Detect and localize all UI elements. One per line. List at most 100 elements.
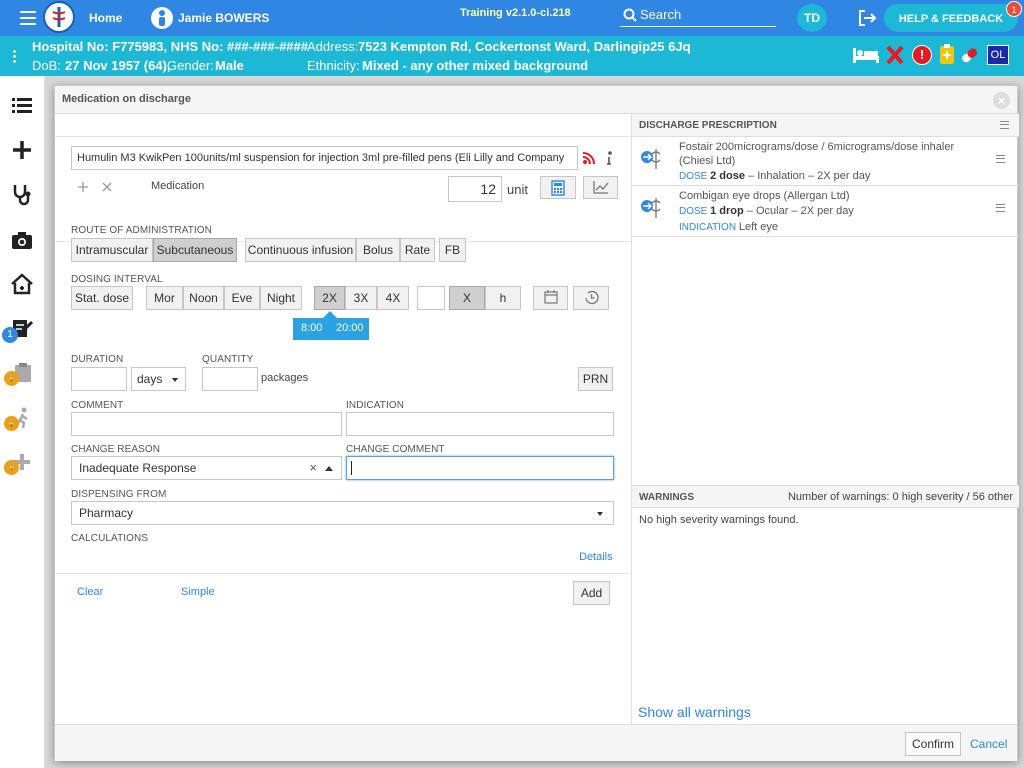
dob-label: DoB:	[32, 58, 61, 73]
time-morning[interactable]: Mor	[146, 286, 183, 310]
help-feedback-button[interactable]: HELP & FEEDBACK	[884, 4, 1018, 32]
dispensing-select[interactable]: Pharmacy	[71, 501, 614, 525]
prn-button[interactable]: PRN	[578, 367, 613, 391]
stethoscope-icon[interactable]	[10, 182, 34, 206]
ol-badge[interactable]: OL	[987, 45, 1009, 65]
medication-transfer-icon	[641, 198, 661, 218]
calculator-icon	[551, 180, 565, 196]
schedule-button[interactable]	[573, 286, 609, 310]
patient-banner: Hospital No: F775983, NHS No: ###-###-##…	[0, 36, 1024, 76]
caret-down-icon	[597, 512, 603, 516]
change-comment-input[interactable]	[346, 456, 614, 480]
gender-label: Gender:	[167, 58, 214, 73]
custom-x-button[interactable]: X	[449, 286, 485, 310]
route-continuous-infusion[interactable]: Continuous infusion	[245, 238, 356, 262]
time-night[interactable]: Night	[260, 286, 302, 310]
close-icon[interactable]: ×	[993, 92, 1010, 109]
medication-search-input[interactable]: Humulin M3 KwikPen 100units/ml suspensio…	[71, 146, 578, 170]
change-reason-select[interactable]: Inadequate Response ×	[71, 456, 342, 480]
notification-badge: 1	[2, 327, 18, 343]
add-button[interactable]: Add	[573, 581, 610, 605]
app-logo-icon[interactable]	[43, 1, 75, 33]
frequency-2x[interactable]: 2X	[314, 286, 345, 310]
camera-icon[interactable]	[10, 228, 34, 252]
time-chip-morning[interactable]: 8:00	[301, 322, 322, 334]
route-fb[interactable]: FB	[439, 238, 466, 262]
info-icon[interactable]	[604, 150, 614, 166]
bed-icon[interactable]	[852, 45, 880, 65]
add-icon[interactable]	[10, 138, 34, 162]
time-chip-evening[interactable]: 20:00	[336, 322, 364, 334]
custom-frequency-input[interactable]	[417, 286, 445, 310]
frequency-3x[interactable]: 3X	[345, 286, 377, 310]
top-bar: Home Jamie BOWERS Training v2.1.0-ci.218…	[0, 0, 1024, 36]
search-box[interactable]: Search	[620, 5, 776, 27]
route-intramuscular[interactable]: Intramuscular	[71, 238, 153, 262]
calendar-icon	[543, 290, 558, 304]
warnings-count: Number of warnings: 0 high severity / 56…	[787, 491, 1013, 503]
dose-input[interactable]: 12	[448, 176, 502, 202]
stat-dose-button[interactable]: Stat. dose	[71, 286, 133, 310]
dosing-interval-label: DOSING INTERVAL	[71, 274, 163, 285]
confirm-button[interactable]: Confirm	[905, 732, 961, 756]
time-noon[interactable]: Noon	[183, 286, 224, 310]
dose-route: – Ocular – 2X per day	[743, 205, 854, 217]
prescription-title: DISCHARGE PRESCRIPTION	[639, 120, 777, 131]
home-icon[interactable]	[10, 272, 34, 296]
plus-icon[interactable]	[77, 181, 89, 193]
custom-hours-button[interactable]: h	[485, 286, 521, 310]
patient-name[interactable]: Jamie BOWERS	[178, 11, 269, 25]
calculations-label: CALCULATIONS	[71, 533, 149, 544]
details-link[interactable]: Details	[579, 551, 613, 563]
lock-icon: 🔒	[4, 371, 19, 386]
user-avatar[interactable]: TD	[797, 4, 827, 32]
prescription-item[interactable]: Fostair 200micrograms/dose / 6micrograms…	[632, 137, 1019, 186]
prescription-item-indication: INDICATION Left eye	[679, 221, 778, 233]
route-bolus[interactable]: Bolus	[356, 238, 400, 262]
route-rate[interactable]: Rate	[400, 238, 435, 262]
duration-unit-select[interactable]: days	[131, 367, 186, 391]
pill-icon[interactable]	[959, 45, 981, 65]
indication-input[interactable]	[346, 412, 614, 436]
kebab-menu-icon[interactable]	[13, 49, 16, 64]
caret-down-icon	[172, 378, 178, 382]
cancel-link[interactable]: Cancel	[970, 737, 1007, 751]
remove-icon[interactable]	[101, 181, 113, 193]
clipboard-icon[interactable]	[939, 43, 955, 65]
prescription-item[interactable]: Combigan eye drops (Allergan Ltd) DOSE 1…	[632, 186, 1019, 237]
form-footer-divider	[55, 573, 631, 574]
alert-icon[interactable]: !	[912, 45, 932, 65]
show-all-warnings-link[interactable]: Show all warnings	[638, 704, 751, 720]
clear-selection-icon[interactable]: ×	[309, 457, 317, 479]
time-evening[interactable]: Eve	[224, 286, 260, 310]
dispensing-value: Pharmacy	[79, 506, 134, 520]
logout-icon[interactable]	[857, 9, 877, 27]
duration-input[interactable]	[71, 367, 127, 391]
simple-link[interactable]: Simple	[181, 586, 215, 598]
home-link[interactable]: Home	[89, 11, 122, 25]
frequency-4x[interactable]: 4X	[377, 286, 409, 310]
route-subcutaneous[interactable]: Subcutaneous	[153, 238, 237, 262]
calculator-button[interactable]	[540, 176, 576, 199]
item-menu-icon[interactable]	[996, 204, 1005, 212]
gender-value: Male	[215, 58, 244, 73]
lock-icon: 🔒	[4, 460, 19, 475]
change-reason-label: CHANGE REASON	[71, 444, 161, 455]
comment-input[interactable]	[71, 412, 342, 436]
help-badge: 1	[1006, 1, 1022, 17]
item-menu-icon[interactable]	[996, 155, 1005, 163]
search-label: Search	[640, 7, 682, 22]
list-icon[interactable]	[10, 94, 34, 118]
red-cross-icon[interactable]	[886, 45, 904, 65]
indication-tag: INDICATION	[679, 222, 737, 233]
chart-button[interactable]	[583, 176, 618, 199]
prescription-menu-icon[interactable]	[1000, 121, 1009, 129]
search-icon	[623, 8, 637, 22]
rss-alert-icon[interactable]	[582, 151, 596, 165]
ethnicity-label: Ethnicity:	[307, 58, 360, 73]
clear-link[interactable]: Clear	[77, 586, 103, 598]
quantity-input[interactable]	[202, 367, 258, 391]
dialog-footer: Confirm Cancel	[55, 724, 1017, 761]
calendar-button[interactable]	[533, 286, 568, 310]
menu-icon[interactable]	[20, 11, 36, 25]
